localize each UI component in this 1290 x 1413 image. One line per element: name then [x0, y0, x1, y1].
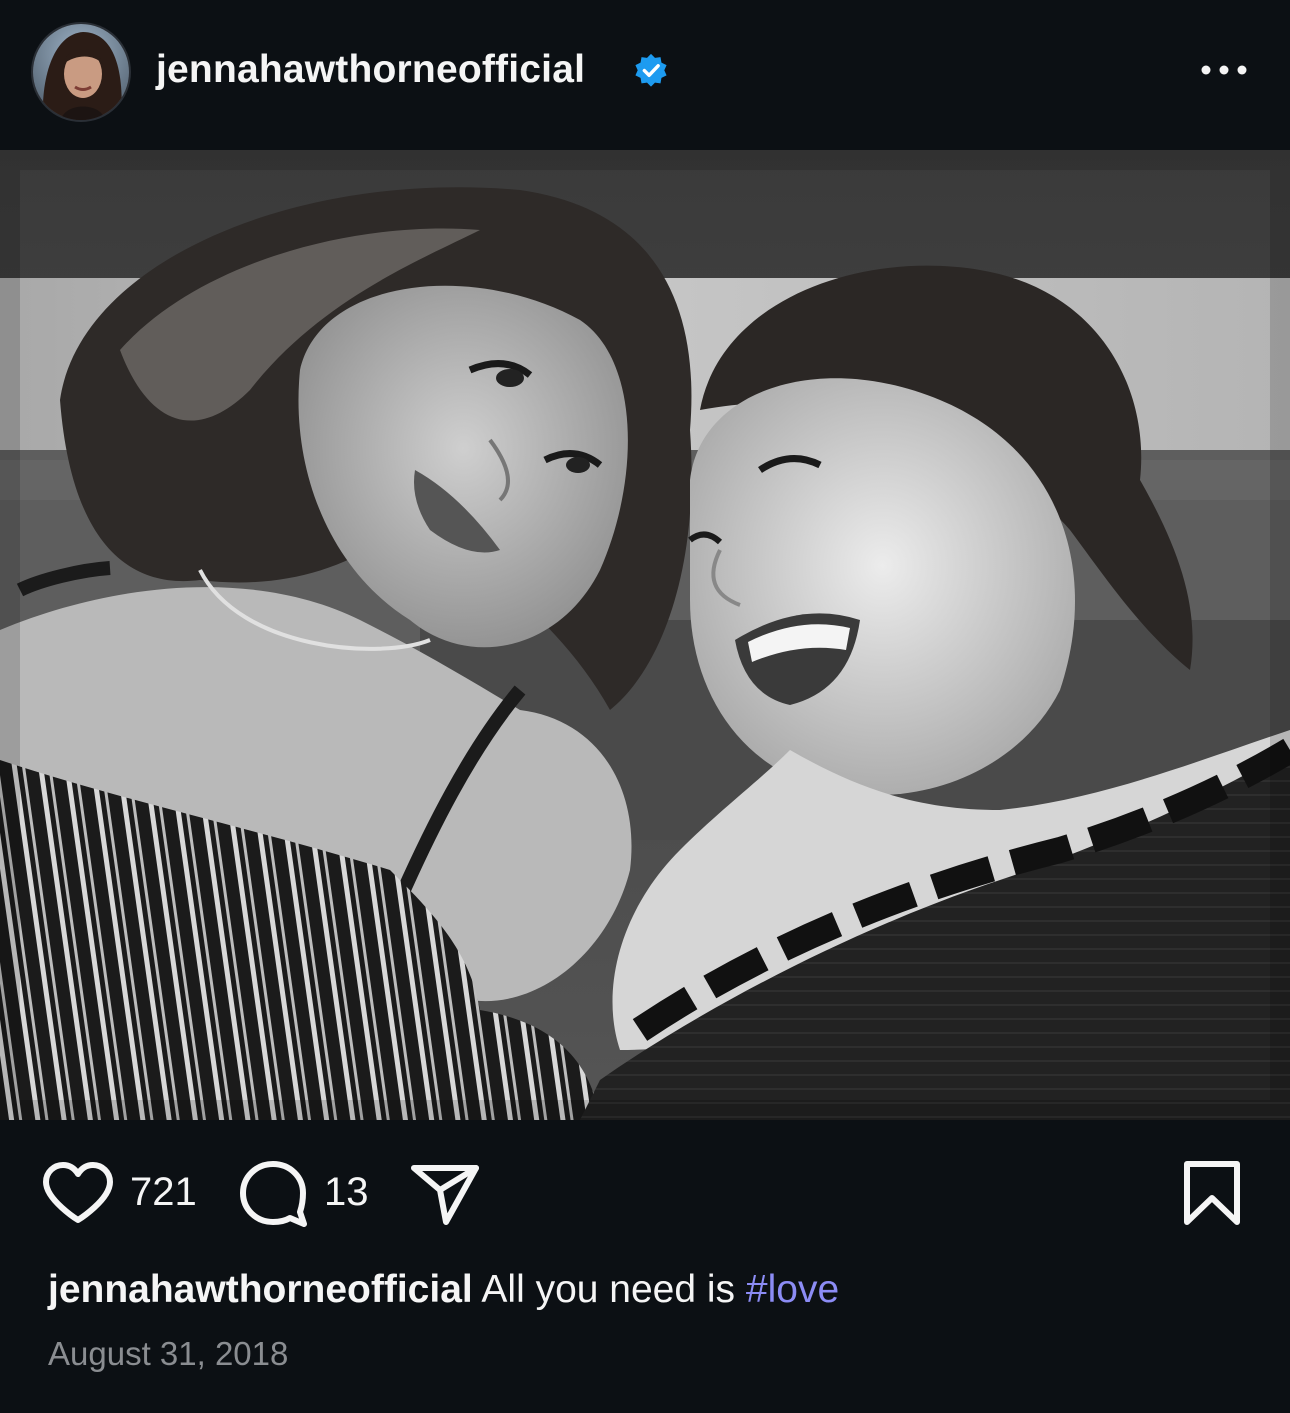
avatar-image — [33, 24, 129, 120]
like-count[interactable]: 721 — [130, 1168, 197, 1216]
bookmark-icon[interactable] — [1180, 1160, 1244, 1228]
more-horizontal-icon[interactable] — [1196, 52, 1252, 88]
post-actions: 721 13 — [0, 1120, 1290, 1260]
comment-icon[interactable] — [238, 1160, 310, 1228]
caption-hashtag[interactable]: #love — [746, 1268, 839, 1311]
caption-username[interactable]: jennahawthorneofficial — [48, 1268, 473, 1311]
post-caption: jennahawthorneofficial All you need is #… — [48, 1264, 839, 1316]
post-header: jennahawthorneofficial — [0, 0, 1290, 150]
post-username[interactable]: jennahawthorneofficial — [156, 44, 585, 96]
profile-avatar[interactable] — [33, 24, 129, 120]
heart-icon[interactable] — [42, 1162, 114, 1226]
caption-text: All you need is — [481, 1268, 746, 1311]
post-photo[interactable] — [0, 150, 1290, 1120]
comment-count[interactable]: 13 — [324, 1168, 369, 1216]
post-date: August 31, 2018 — [48, 1335, 289, 1372]
verified-badge-icon — [635, 53, 667, 87]
post-image — [0, 150, 1290, 1120]
share-icon[interactable] — [410, 1160, 482, 1228]
